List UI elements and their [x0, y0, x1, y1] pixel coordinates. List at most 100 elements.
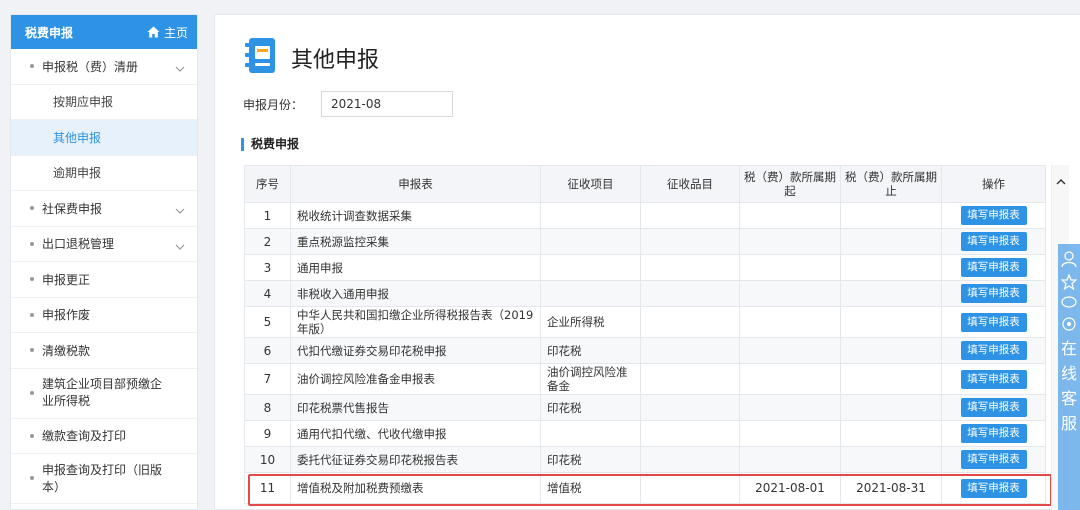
col-header-form: 申报表: [290, 165, 541, 203]
fill-form-button[interactable]: 填写申报表: [960, 369, 1027, 389]
sidebar-item-old-query[interactable]: 申报查询及打印（旧版本）: [11, 454, 197, 504]
page-header: 其他申报: [243, 37, 379, 78]
sidebar-item-label: 申报作废: [42, 308, 91, 323]
cell-end: [840, 337, 942, 364]
bullet-icon: [30, 312, 34, 317]
cell-subitem: [640, 280, 740, 307]
col-header-subitem: 征收品目: [640, 165, 740, 203]
cell-no: 10: [244, 446, 291, 473]
cell-subitem: [640, 228, 740, 255]
document-icon: [243, 37, 277, 78]
cell-action: 填写申报表: [941, 446, 1046, 473]
table-row: 8 印花税票代售报告 印花税 填写申报表: [244, 394, 1046, 421]
month-filter: 申报月份：: [243, 91, 453, 117]
home-icon: [147, 26, 160, 38]
chevron-up-icon[interactable]: [1056, 175, 1066, 189]
col-header-item: 征收项目: [540, 165, 641, 203]
fill-form-button[interactable]: 填写申报表: [960, 258, 1027, 277]
sidebar-header: 税费申报 主页: [11, 15, 197, 49]
cell-item: 油价调控风险准备金: [540, 363, 641, 395]
cell-item: 印花税: [540, 446, 641, 473]
cell-form: 油价调控风险准备金申报表: [290, 363, 541, 395]
sidebar-item-other[interactable]: 其他申报: [11, 120, 197, 156]
bullet-icon: [30, 64, 34, 69]
cell-end: [840, 306, 942, 338]
cell-end: [840, 280, 942, 307]
sidebar-item-social-security[interactable]: 社保费申报: [11, 191, 197, 227]
fill-form-button[interactable]: 填写申报表: [960, 478, 1027, 498]
table-row: 3 通用申报 填写申报表: [244, 254, 1046, 281]
cell-subitem: [640, 363, 740, 395]
cell-subitem: [640, 337, 740, 364]
sidebar-item-label: 出口退税管理: [42, 237, 115, 252]
table-row: 5 中华人民共和国扣缴企业所得税报告表（2019年版） 企业所得税 填写申报表: [244, 306, 1046, 338]
cell-form: 税收统计调查数据采集: [290, 202, 541, 229]
sidebar-item-export-rebate[interactable]: 出口退税管理: [11, 227, 197, 262]
service-char: 在: [1060, 339, 1077, 358]
sidebar-item-payment-query[interactable]: 缴款查询及打印: [11, 419, 197, 454]
cell-form: 通用申报: [290, 254, 541, 281]
page-title: 其他申报: [291, 47, 380, 73]
sidebar-item-label: 申报查询及打印（旧版本）: [42, 462, 163, 494]
chevron-down-icon: [175, 240, 185, 254]
cell-form: 非税收入通用申报: [290, 280, 541, 307]
sidebar-item-void[interactable]: 申报作废: [11, 298, 197, 333]
fill-form-button[interactable]: 填写申报表: [960, 341, 1027, 360]
cell-start: [739, 228, 841, 255]
bullet-icon: [30, 241, 34, 246]
fill-form-button[interactable]: 填写申报表: [960, 398, 1027, 417]
cell-subitem: [640, 472, 740, 504]
cell-no: 5: [244, 306, 291, 338]
cell-end: 2021-08-31: [840, 472, 942, 504]
cell-item: [540, 420, 641, 447]
cell-start: [739, 420, 841, 447]
cell-action: 填写申报表: [941, 472, 1046, 504]
month-label: 申报月份：: [243, 97, 304, 112]
home-link[interactable]: 主页: [147, 24, 188, 41]
service-char: 客: [1060, 389, 1077, 408]
cell-form: 印花税票代售报告: [290, 394, 541, 421]
month-input[interactable]: [321, 91, 453, 117]
cell-form: 重点税源监控采集: [290, 228, 541, 255]
chevron-down-icon: [175, 204, 185, 218]
cell-subitem: [640, 202, 740, 229]
cell-start: [739, 363, 841, 395]
sidebar-item-label: 建筑企业项目部预缴企业所得税: [42, 377, 163, 408]
fill-form-button[interactable]: 填写申报表: [960, 312, 1027, 332]
cell-no: 8: [244, 394, 291, 421]
fill-form-button[interactable]: 填写申报表: [960, 232, 1027, 251]
sidebar-item-overdue[interactable]: 逾期申报: [11, 156, 197, 191]
fill-form-button[interactable]: 填写申报表: [960, 450, 1027, 469]
sidebar-item-scheduled[interactable]: 按期应申报: [11, 85, 197, 120]
cell-item: 企业所得税: [540, 306, 641, 338]
cell-item: [540, 280, 641, 307]
chat-icon: [1058, 296, 1080, 310]
cell-start: [739, 394, 841, 421]
cell-start: [739, 280, 841, 307]
sidebar-item-label: 按期应申报: [53, 95, 114, 110]
sidebar-item-correction[interactable]: 申报更正: [11, 262, 197, 298]
online-service-bar[interactable]: 在 线 客 服: [1058, 244, 1080, 510]
col-header-end: 税（费）款所属期止: [840, 165, 942, 203]
fill-form-button[interactable]: 填写申报表: [960, 206, 1027, 225]
cell-end: [840, 446, 942, 473]
sidebar-item-tax-list[interactable]: 申报税（费）清册: [11, 49, 197, 85]
sidebar-item-settle[interactable]: 清缴税款: [11, 333, 197, 369]
cell-subitem: [640, 306, 740, 338]
sidebar-item-label: 其他申报: [53, 130, 102, 145]
star-icon: [1058, 274, 1080, 290]
cell-start: [739, 202, 841, 229]
cell-action: 填写申报表: [941, 228, 1046, 255]
cell-form: 委托代征证券交易印花税报告表: [290, 446, 541, 473]
fill-form-button[interactable]: 填写申报表: [960, 284, 1027, 303]
cell-start: [739, 254, 841, 281]
sidebar-item-construction-prepay[interactable]: 建筑企业项目部预缴企业所得税: [11, 369, 197, 419]
bullet-icon: [30, 433, 34, 438]
user-icon: [1058, 250, 1080, 268]
bullet-icon: [30, 390, 34, 395]
cell-action: 填写申报表: [941, 202, 1046, 229]
cell-no: 3: [244, 254, 291, 281]
fill-form-button[interactable]: 填写申报表: [960, 424, 1027, 443]
cell-subitem: [640, 420, 740, 447]
bullet-icon: [30, 348, 34, 353]
